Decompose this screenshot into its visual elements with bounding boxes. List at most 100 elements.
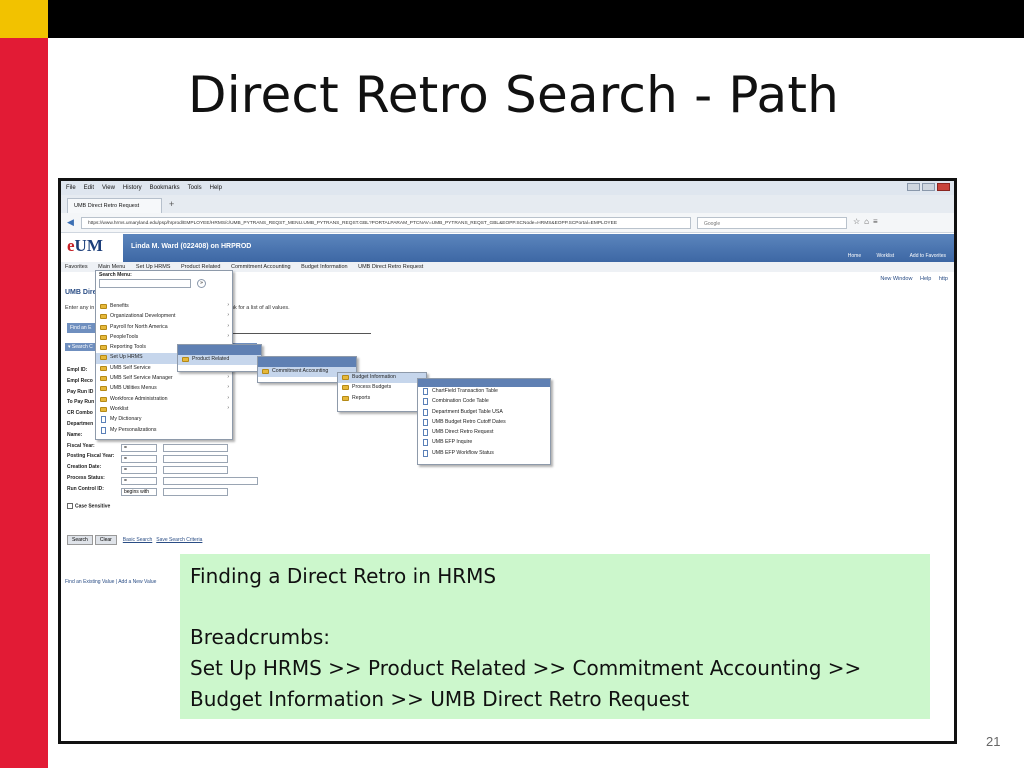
header-link-home[interactable]: Home <box>848 253 861 259</box>
menu-bookmarks[interactable]: Bookmarks <box>150 185 180 191</box>
run-control-input[interactable] <box>163 488 228 496</box>
basic-search-link[interactable]: Basic Search <box>123 537 152 543</box>
header-links: Home Worklist Add to Favorites <box>834 253 946 259</box>
menu-item[interactable]: Organizational Development › <box>96 312 232 322</box>
crumb-commitment-accounting[interactable]: Commitment Accounting <box>231 264 291 270</box>
search-input[interactable]: Google <box>697 217 847 229</box>
close-icon[interactable] <box>937 183 950 191</box>
page-icon <box>423 408 428 416</box>
menu-item[interactable]: My Personalizations <box>96 426 232 436</box>
minimize-icon[interactable] <box>907 183 920 191</box>
slide-title: Direct Retro Search - Path <box>188 66 840 124</box>
folder-icon <box>100 355 107 361</box>
folder-icon <box>100 376 107 382</box>
new-window-link[interactable]: New Window <box>880 276 912 282</box>
menu-item[interactable]: Workforce Administration › <box>96 395 232 405</box>
search-menu-input[interactable] <box>99 279 191 288</box>
header-link-worklist[interactable]: Worklist <box>877 253 895 259</box>
browser-tab-row: UMB Direct Retro Request + <box>61 195 954 213</box>
fiscal-year-op[interactable]: = <box>121 444 157 452</box>
save-criteria-link[interactable]: Save Search Criteria <box>156 537 202 543</box>
page-icon <box>423 439 428 447</box>
folder-icon <box>342 385 349 391</box>
page-icon <box>423 449 428 457</box>
menu-item[interactable]: PeopleTools › <box>96 333 232 343</box>
page-icon <box>423 398 428 406</box>
maximize-icon[interactable] <box>922 183 935 191</box>
intro-text-start: Enter any in <box>65 305 95 311</box>
callout-path-line2: Budget Information >> UMB Direct Retro R… <box>190 687 690 711</box>
clear-button[interactable]: Clear <box>94 535 117 545</box>
menu-history[interactable]: History <box>123 185 142 191</box>
page-links: New Window Help http <box>874 276 948 282</box>
find-existing-tab[interactable]: Find an E <box>67 323 97 333</box>
fiscal-year-input[interactable] <box>163 444 228 452</box>
folder-icon <box>182 357 189 362</box>
menu-item[interactable]: UMB EFP Inquire <box>418 438 550 448</box>
help-link[interactable]: Help <box>920 276 931 282</box>
menu-item[interactable]: Department Budget Table USA <box>418 408 550 418</box>
menu-help[interactable]: Help <box>210 185 222 191</box>
menu-file[interactable]: File <box>66 185 76 191</box>
browser-tab[interactable]: UMB Direct Retro Request <box>67 198 162 213</box>
window-controls <box>905 183 950 193</box>
process-status-select[interactable] <box>163 477 258 485</box>
menu-item[interactable]: Combination Code Table <box>418 397 550 407</box>
menu-item[interactable]: UMB Utilities Menus › <box>96 384 232 394</box>
process-status-op[interactable]: = <box>121 477 157 485</box>
slide: Direct Retro Search - Path File Edit View H… <box>0 0 1024 768</box>
budget-information-submenu: ChartField Transaction Table Combination… <box>417 378 551 465</box>
add-new-link[interactable]: Add a New Value <box>118 579 156 585</box>
posting-year-input[interactable] <box>163 455 228 463</box>
folder-icon <box>100 345 107 351</box>
eum-logo: eUM <box>67 236 103 255</box>
header-link-favorites[interactable]: Add to Favorites <box>910 253 946 259</box>
creation-date-input[interactable] <box>163 466 228 474</box>
menu-edit[interactable]: Edit <box>84 185 94 191</box>
menu-item[interactable]: UMB Self Service Manager › <box>96 374 232 384</box>
commitment-accounting-submenu: Budget Information Process Budgets Repor… <box>337 372 427 412</box>
menu-item-budget-information[interactable]: Budget Information <box>338 373 426 384</box>
menu-item[interactable]: UMB EFP Workflow Status <box>418 449 550 459</box>
page-icon <box>101 416 106 424</box>
creation-date-op[interactable]: = <box>121 466 157 474</box>
menu-item[interactable]: UMB Budget Retro Cutoff Dates <box>418 418 550 428</box>
folder-icon <box>100 386 107 392</box>
run-control-op[interactable]: begins with <box>121 488 157 496</box>
folder-icon <box>100 365 107 371</box>
folder-icon <box>100 334 107 340</box>
menu-tools[interactable]: Tools <box>188 185 202 191</box>
page-number: 21 <box>986 734 1001 749</box>
crumb-budget-information[interactable]: Budget Information <box>301 264 347 270</box>
new-tab-icon[interactable]: + <box>169 199 174 209</box>
menu-item[interactable]: My Dictionary <box>96 415 232 425</box>
menu-item[interactable]: Reports <box>338 394 426 404</box>
posting-year-op[interactable]: = <box>121 455 157 463</box>
folder-icon <box>100 314 107 320</box>
folder-icon <box>262 369 269 374</box>
crumb-favorites[interactable]: Favorites <box>65 264 88 270</box>
menu-item-product-related[interactable]: Product Related <box>178 355 261 366</box>
red-side-bar <box>0 38 48 768</box>
url-bar[interactable]: https://www.hrms.umaryland.edu/psp/hrpro… <box>81 217 691 229</box>
search-go-icon[interactable]: » <box>197 279 206 288</box>
field-label: Creation Date: <box>67 464 102 471</box>
menu-item[interactable]: ChartField Transaction Table <box>418 387 550 397</box>
crumb-direct-retro[interactable]: UMB Direct Retro Request <box>358 264 423 270</box>
back-arrow-icon[interactable]: ◀ <box>67 217 74 228</box>
intro-text-end: nk for a list of all values. <box>231 305 290 311</box>
menu-item[interactable]: Process Budgets <box>338 383 426 393</box>
menu-item-direct-retro-request[interactable]: UMB Direct Retro Request <box>418 428 550 438</box>
http-link[interactable]: http <box>939 276 948 282</box>
case-sensitive-checkbox[interactable]: Case Sensitive <box>67 503 110 509</box>
menu-item[interactable]: Worklist › <box>96 405 232 415</box>
menu-item[interactable]: Benefits › <box>96 302 232 312</box>
folder-icon <box>100 396 107 402</box>
checkbox-icon[interactable] <box>67 503 73 509</box>
menu-view[interactable]: View <box>102 185 115 191</box>
find-existing-link[interactable]: Find an Existing Value <box>65 579 114 585</box>
menu-item[interactable]: Payroll for North America › <box>96 323 232 333</box>
divider <box>221 333 371 334</box>
toolbar-icons[interactable]: ☆⌂≡ <box>853 217 882 226</box>
search-button[interactable]: Search <box>67 535 93 545</box>
